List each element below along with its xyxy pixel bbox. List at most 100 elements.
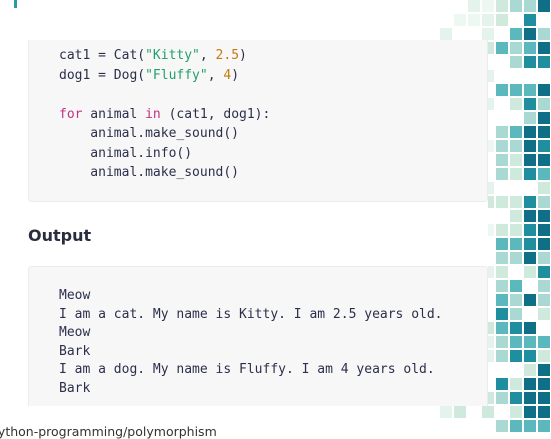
mosaic-tile bbox=[538, 238, 550, 250]
mosaic-tile bbox=[524, 154, 536, 166]
mosaic-tile bbox=[496, 196, 508, 208]
mosaic-tile bbox=[538, 280, 550, 292]
mosaic-tile bbox=[510, 0, 522, 12]
mosaic-tile bbox=[496, 420, 508, 432]
mosaic-tile bbox=[524, 112, 536, 124]
mosaic-tile bbox=[538, 168, 550, 180]
mosaic-tile bbox=[496, 14, 508, 26]
mosaic-tile bbox=[524, 336, 536, 348]
code-block[interactable]: cat1 = Cat("Kitty", 2.5) dog1 = Dog("Flu… bbox=[28, 40, 488, 202]
mosaic-tile bbox=[496, 322, 508, 334]
mosaic-tile bbox=[524, 322, 536, 334]
mosaic-tile bbox=[524, 392, 536, 404]
mosaic-tile bbox=[496, 224, 508, 236]
mosaic-tile bbox=[538, 112, 550, 124]
mosaic-tile bbox=[510, 98, 522, 110]
mosaic-tile bbox=[496, 168, 508, 180]
mosaic-tile bbox=[524, 196, 536, 208]
mosaic-tile bbox=[510, 406, 522, 418]
mosaic-tile bbox=[510, 238, 522, 250]
mosaic-tile bbox=[496, 84, 508, 96]
output-line: Bark bbox=[59, 380, 91, 396]
mosaic-tile bbox=[524, 42, 536, 54]
accent-bar bbox=[14, 0, 17, 8]
mosaic-tile bbox=[510, 210, 522, 222]
mosaic-tile bbox=[440, 406, 452, 418]
mosaic-tile bbox=[538, 0, 550, 12]
mosaic-tile bbox=[510, 392, 522, 404]
mosaic-tile bbox=[496, 42, 508, 54]
url-text: python-programming/polymorphism bbox=[0, 424, 217, 439]
mosaic-tile bbox=[524, 406, 536, 418]
mosaic-tile bbox=[538, 294, 550, 306]
output-line: I am a dog. My name is Fluffy. I am 4 ye… bbox=[59, 362, 435, 377]
mosaic-tile bbox=[468, 0, 480, 12]
mosaic-tile bbox=[524, 56, 536, 68]
mosaic-tile bbox=[510, 420, 522, 432]
mosaic-tile bbox=[538, 252, 550, 264]
mosaic-tile bbox=[510, 294, 522, 306]
mosaic-tile bbox=[496, 154, 508, 166]
mosaic-tile bbox=[454, 406, 466, 418]
mosaic-tile bbox=[510, 42, 522, 54]
output-line: Bark bbox=[59, 343, 91, 359]
mosaic-tile bbox=[538, 364, 550, 376]
output-line: Meow bbox=[59, 325, 91, 340]
mosaic-tile bbox=[510, 336, 522, 348]
mosaic-tile bbox=[538, 350, 550, 362]
mosaic-tile bbox=[524, 350, 536, 362]
mosaic-tile bbox=[538, 140, 550, 152]
mosaic-tile bbox=[510, 56, 522, 68]
output-line: Meow bbox=[59, 288, 91, 303]
mosaic-tile bbox=[524, 378, 536, 390]
mosaic-tile bbox=[510, 28, 522, 40]
mosaic-tile bbox=[440, 28, 452, 40]
mosaic-tile bbox=[510, 308, 522, 320]
mosaic-tile bbox=[538, 406, 550, 418]
mosaic-tile bbox=[538, 196, 550, 208]
mosaic-tile bbox=[496, 350, 508, 362]
mosaic-tile bbox=[538, 336, 550, 348]
mosaic-tile bbox=[524, 210, 536, 222]
mosaic-tile bbox=[524, 420, 536, 432]
mosaic-tile bbox=[538, 28, 550, 40]
mosaic-tile bbox=[524, 266, 536, 278]
mosaic-tile bbox=[510, 252, 522, 264]
mosaic-tile bbox=[538, 308, 550, 320]
mosaic-tile bbox=[482, 28, 494, 40]
mosaic-tile bbox=[510, 140, 522, 152]
mosaic-tile bbox=[496, 0, 508, 12]
mosaic-tile bbox=[482, 0, 494, 12]
mosaic-tile bbox=[538, 126, 550, 138]
mosaic-tile bbox=[510, 168, 522, 180]
mosaic-tile bbox=[496, 378, 508, 390]
mosaic-tile bbox=[496, 266, 508, 278]
mosaic-tile bbox=[510, 378, 522, 390]
mosaic-tile bbox=[496, 392, 508, 404]
mosaic-tile bbox=[524, 98, 536, 110]
output-text: Meow I am a cat. My name is Kitty. I am … bbox=[59, 287, 443, 398]
mosaic-tile bbox=[510, 322, 522, 334]
mosaic-tile bbox=[510, 154, 522, 166]
mosaic-tile bbox=[538, 84, 550, 96]
mosaic-tile bbox=[510, 196, 522, 208]
mosaic-tile bbox=[496, 336, 508, 348]
mosaic-tile bbox=[496, 280, 508, 292]
mosaic-tile bbox=[496, 140, 508, 152]
mosaic-tile bbox=[538, 56, 550, 68]
mosaic-tile bbox=[538, 266, 550, 278]
mosaic-tile bbox=[524, 168, 536, 180]
output-block[interactable]: Meow I am a cat. My name is Kitty. I am … bbox=[28, 266, 488, 406]
output-line: I am a cat. My name is Kitty. I am 2.5 y… bbox=[59, 306, 443, 322]
mosaic-tile bbox=[524, 0, 536, 12]
mosaic-tile bbox=[524, 14, 536, 26]
mosaic-tile bbox=[538, 420, 550, 432]
mosaic-tile bbox=[538, 378, 550, 390]
mosaic-tile bbox=[538, 392, 550, 404]
mosaic-tile bbox=[524, 238, 536, 250]
mosaic-tile bbox=[538, 224, 550, 236]
mosaic-tile bbox=[524, 84, 536, 96]
output-heading: Output bbox=[28, 226, 92, 245]
mosaic-tile bbox=[524, 364, 536, 376]
mosaic-tile bbox=[510, 126, 522, 138]
